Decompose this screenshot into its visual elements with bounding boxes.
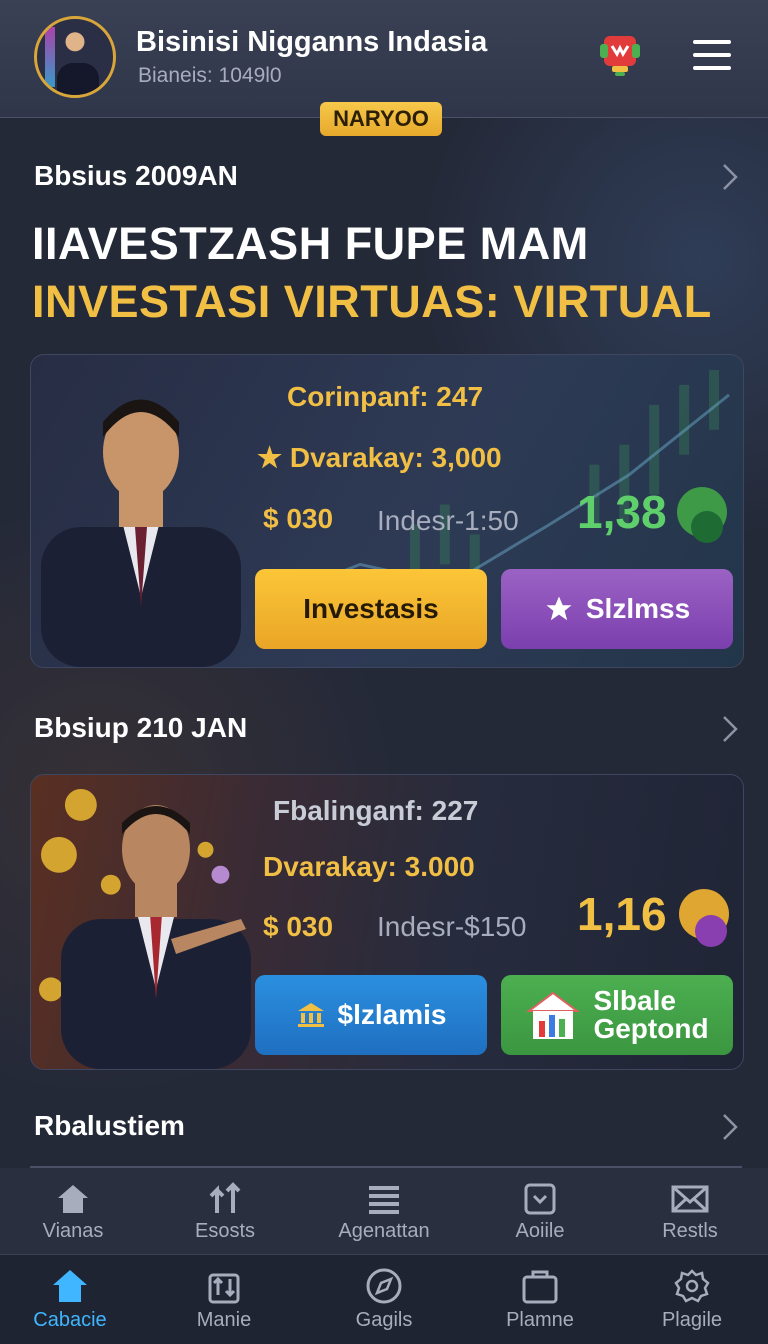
background-glow [0,0,768,1344]
tab-manie[interactable]: Manie [154,1267,294,1332]
claim-button-label: $lzlamis [337,999,447,1030]
value-figure: 1,38 [577,486,667,538]
star-button-label: Slzlmss [585,593,691,624]
app-subtitle: Bianeis: 1049l0 [138,64,282,87]
nav-item-restls[interactable]: Restls [620,1182,760,1243]
home-icon [53,1270,87,1302]
nav-item-agenattan[interactable]: Agenattan [314,1182,454,1243]
company-label: Fbalinganf: 227 [273,795,479,826]
mail-icon [671,1185,709,1213]
tab-plagile[interactable]: Plagile [622,1267,762,1332]
coin-small-icon [691,511,723,543]
hamburger-menu-icon[interactable] [690,38,734,72]
hero-subheadline: INVESTASI VIRTUAS: VIRTUAL [32,276,712,327]
chevron-right-icon[interactable] [720,714,740,744]
dividend-row: ★ Dvarakay: 3,000 [257,441,502,474]
invest-button[interactable]: Investasis [255,569,487,649]
dividend-label: Dvarakay: 3.000 [263,851,475,882]
nav-item-esosts[interactable]: Esosts [155,1182,295,1243]
stats-button[interactable]: Slbale Geptond [501,975,733,1055]
coin-small-icon [695,915,727,947]
secondary-nav: Vianas Esosts Agenattan Aoiile Restls [0,1168,768,1254]
notification-icon[interactable] [598,30,642,80]
tab-gagils[interactable]: Gagils [314,1267,454,1332]
dividend-label: Dvarakay: 3,000 [289,442,502,473]
app-header: Bisinisi Nigganns Indasia Bianeis: 1049l… [0,0,768,118]
investor-portrait [61,805,251,1069]
investor-portrait [41,399,241,667]
price-label: $ 030 [263,911,334,942]
bag-icon [522,1270,558,1304]
stats-button-line1: Slbale [593,985,676,1016]
avatar[interactable] [34,16,116,98]
bank-icon [296,1001,326,1029]
star-button[interactable]: Slzlmss [501,569,733,649]
star-icon [544,594,574,624]
tab-plamne[interactable]: Plamne [470,1267,610,1332]
star-icon: ★ [257,442,283,473]
tab-cabacie[interactable]: Cabacie [0,1267,140,1332]
claim-button[interactable]: $lzlamis [255,975,487,1055]
nav-item-vianas[interactable]: Vianas [3,1182,143,1243]
index-label: Indesr-$150 [377,911,527,942]
tag-icon [524,1183,556,1215]
investment-card-2[interactable]: Fbalinganf: 227 Dvarakay: 3.000 $ 030 In… [30,774,744,1070]
list-icon [369,1186,399,1214]
gear-icon [674,1269,710,1303]
price-label: $ 030 [263,503,334,534]
investment-card-1[interactable]: Corinpanf: 247 ★ Dvarakay: 3,000 $ 030 I… [30,354,744,668]
transfer-icon [209,1182,241,1213]
nav-item-aoiile[interactable]: Aoiile [470,1182,610,1243]
app-title: Bisinisi Nigganns Indasia [136,26,488,58]
section-title-1: Bbsius 2009AN [34,160,238,191]
company-label: Corinpanf: 247 [287,381,484,412]
index-label: Indesr-1:50 [377,505,519,536]
hero-headline: IIAVESTZASH FUPE MAM [32,218,589,269]
chevron-right-icon[interactable] [720,162,740,192]
section-title-2: Bbsiup 210 JAN [34,712,248,743]
compass-icon [366,1268,402,1304]
status-badge: NARYOO [320,102,442,136]
value-figure: 1,16 [577,888,667,940]
trade-icon [208,1273,240,1304]
chevron-right-icon[interactable] [720,1112,740,1142]
chart-house-icon [525,989,581,1041]
bottom-tab-bar: Cabacie Manie Gagils Plamne Plagile [0,1254,768,1344]
home-icon [58,1185,88,1213]
section-title-3: Rbalustiem [34,1110,185,1141]
stats-button-line2: Geptond [593,1013,709,1044]
